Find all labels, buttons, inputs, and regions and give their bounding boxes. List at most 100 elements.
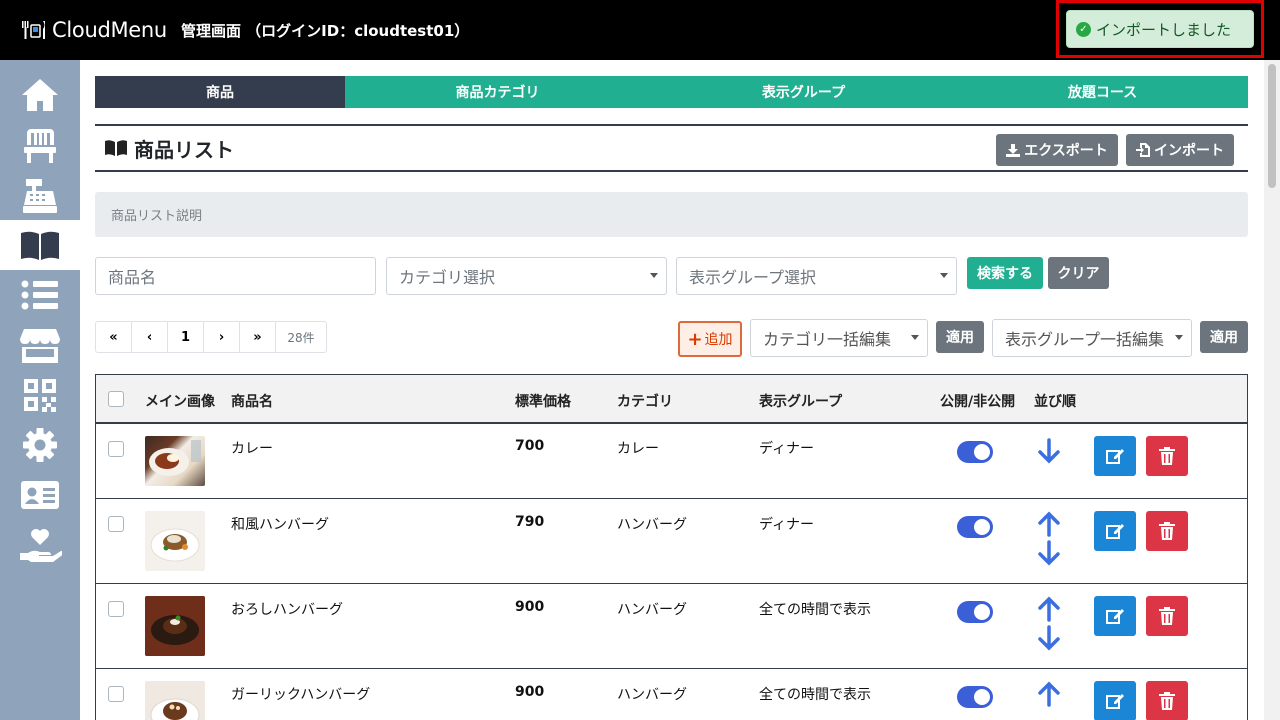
id-card-icon bbox=[21, 481, 59, 509]
arrow-down-icon[interactable] bbox=[1036, 438, 1062, 464]
tab-courses[interactable]: 放題コース bbox=[957, 76, 1248, 108]
item-count: 28件 bbox=[287, 330, 315, 345]
sidebar-item-list[interactable] bbox=[0, 270, 80, 320]
table-row: ガーリックハンバーグ 900 ハンバーグ 全ての時間で表示 bbox=[96, 670, 1247, 720]
product-price: 900 bbox=[515, 599, 545, 615]
header-price[interactable]: 標準価格 bbox=[515, 391, 571, 411]
delete-button[interactable] bbox=[1146, 436, 1188, 476]
export-button[interactable]: エクスポート bbox=[996, 134, 1118, 166]
store-icon bbox=[20, 329, 60, 363]
add-label: 追加 bbox=[704, 332, 733, 348]
list-icon bbox=[21, 280, 58, 310]
tab-bar: 商品 商品カテゴリ 表示グループ 放題コース bbox=[95, 76, 1248, 108]
chair-icon bbox=[24, 129, 56, 163]
clear-button[interactable]: クリア bbox=[1048, 257, 1109, 289]
page-next-button[interactable]: › bbox=[204, 322, 240, 352]
sidebar-item-staff[interactable] bbox=[0, 470, 80, 520]
page-prev-button[interactable]: ‹ bbox=[132, 322, 168, 352]
publish-toggle[interactable] bbox=[957, 516, 993, 538]
product-category: カレー bbox=[617, 441, 659, 457]
edit-icon bbox=[1106, 524, 1124, 539]
product-name: カレー bbox=[231, 441, 273, 457]
edit-button[interactable] bbox=[1094, 681, 1136, 720]
tab-display-groups[interactable]: 表示グループ bbox=[650, 76, 957, 108]
home-icon bbox=[22, 79, 58, 111]
row-checkbox[interactable] bbox=[108, 516, 124, 532]
cash-register-icon bbox=[23, 179, 57, 213]
page-last-button[interactable]: » bbox=[240, 322, 276, 352]
header-category[interactable]: カテゴリ bbox=[617, 391, 673, 411]
display-group-select-text: 表示グループ選択 bbox=[689, 268, 817, 287]
product-category: ハンバーグ bbox=[617, 602, 687, 618]
pagination: « ‹ 1 › » 28件 bbox=[95, 321, 327, 353]
delete-button[interactable] bbox=[1146, 511, 1188, 551]
product-group: ディナー bbox=[759, 517, 815, 533]
row-checkbox[interactable] bbox=[108, 441, 124, 457]
sidebar-item-seats[interactable] bbox=[0, 120, 80, 170]
product-table: メイン画像 商品名 標準価格 カテゴリ 表示グループ 公開/非公開 並び順 カレ… bbox=[95, 374, 1248, 720]
product-group: 全ての時間で表示 bbox=[759, 602, 871, 618]
trash-icon bbox=[1159, 522, 1175, 540]
book-open-icon bbox=[21, 231, 59, 260]
product-image[interactable] bbox=[145, 511, 205, 571]
arrow-up-icon[interactable] bbox=[1036, 511, 1062, 537]
sidebar-item-favorites[interactable] bbox=[0, 520, 80, 570]
tab-products[interactable]: 商品 bbox=[95, 76, 345, 108]
check-circle-icon: ✓ bbox=[1076, 21, 1091, 37]
sidebar-item-settings[interactable] bbox=[0, 420, 80, 470]
logo[interactable]: CloudMenu bbox=[20, 18, 167, 42]
product-name-input[interactable]: 商品名 bbox=[95, 257, 376, 295]
edit-button[interactable] bbox=[1094, 436, 1136, 476]
sidebar-item-products[interactable] bbox=[0, 220, 80, 270]
sidebar-item-qrcode[interactable] bbox=[0, 370, 80, 420]
header-name[interactable]: 商品名 bbox=[231, 391, 273, 411]
delete-button[interactable] bbox=[1146, 681, 1188, 720]
sidebar-item-home[interactable] bbox=[0, 70, 80, 120]
list-header: 商品リスト エクスポート インポート bbox=[95, 124, 1248, 172]
scrollbar-thumb[interactable] bbox=[1268, 64, 1276, 188]
header-group[interactable]: 表示グループ bbox=[759, 391, 842, 411]
product-image[interactable] bbox=[145, 596, 205, 656]
japanese-hamburg-photo bbox=[150, 528, 200, 562]
publish-toggle[interactable] bbox=[957, 601, 993, 623]
page-scrollbar[interactable] bbox=[1264, 60, 1280, 720]
table-header: メイン画像 商品名 標準価格 カテゴリ 表示グループ 公開/非公開 並び順 bbox=[96, 375, 1247, 424]
product-name: おろしハンバーグ bbox=[231, 602, 343, 618]
apply-category-button[interactable]: 適用 bbox=[936, 321, 984, 353]
tab-product-categories[interactable]: 商品カテゴリ bbox=[345, 76, 650, 108]
category-bulk-edit-text: カテゴリ一括編集 bbox=[763, 330, 892, 349]
product-image[interactable] bbox=[145, 436, 205, 486]
select-all-checkbox[interactable] bbox=[108, 391, 124, 407]
sidebar-item-store[interactable] bbox=[0, 320, 80, 370]
group-bulk-edit-select[interactable]: 表示グループ一括編集 bbox=[992, 319, 1192, 357]
page-current[interactable]: 1 bbox=[168, 322, 204, 352]
arrow-down-icon[interactable] bbox=[1036, 625, 1062, 651]
import-button[interactable]: インポート bbox=[1126, 134, 1234, 166]
arrow-down-icon[interactable] bbox=[1036, 540, 1062, 566]
edit-icon bbox=[1106, 609, 1124, 624]
arrow-up-icon[interactable] bbox=[1036, 596, 1062, 622]
apply-group-button[interactable]: 適用 bbox=[1200, 321, 1248, 353]
display-group-select[interactable]: 表示グループ選択 bbox=[676, 257, 957, 295]
toast-message-box: ✓ インポートしました bbox=[1066, 10, 1254, 48]
page-title: 商品リスト bbox=[104, 134, 234, 163]
edit-button[interactable] bbox=[1094, 511, 1136, 551]
category-select-text: カテゴリ選択 bbox=[399, 268, 496, 287]
hand-holding-heart-icon bbox=[20, 529, 62, 562]
add-product-button[interactable]: + 追加 bbox=[678, 321, 742, 357]
sidebar-item-register[interactable] bbox=[0, 170, 80, 220]
page-first-button[interactable]: « bbox=[96, 322, 132, 352]
category-select[interactable]: カテゴリ選択 bbox=[386, 257, 667, 295]
arrow-up-icon[interactable] bbox=[1036, 681, 1062, 707]
edit-button[interactable] bbox=[1094, 596, 1136, 636]
product-group: 全ての時間で表示 bbox=[759, 687, 871, 703]
publish-toggle[interactable] bbox=[957, 441, 993, 463]
product-image[interactable] bbox=[145, 681, 205, 720]
product-category: ハンバーグ bbox=[617, 687, 687, 703]
publish-toggle[interactable] bbox=[957, 686, 993, 708]
row-checkbox[interactable] bbox=[108, 601, 124, 617]
search-button[interactable]: 検索する bbox=[967, 257, 1043, 289]
row-checkbox[interactable] bbox=[108, 686, 124, 702]
category-bulk-edit-select[interactable]: カテゴリ一括編集 bbox=[750, 319, 928, 357]
delete-button[interactable] bbox=[1146, 596, 1188, 636]
